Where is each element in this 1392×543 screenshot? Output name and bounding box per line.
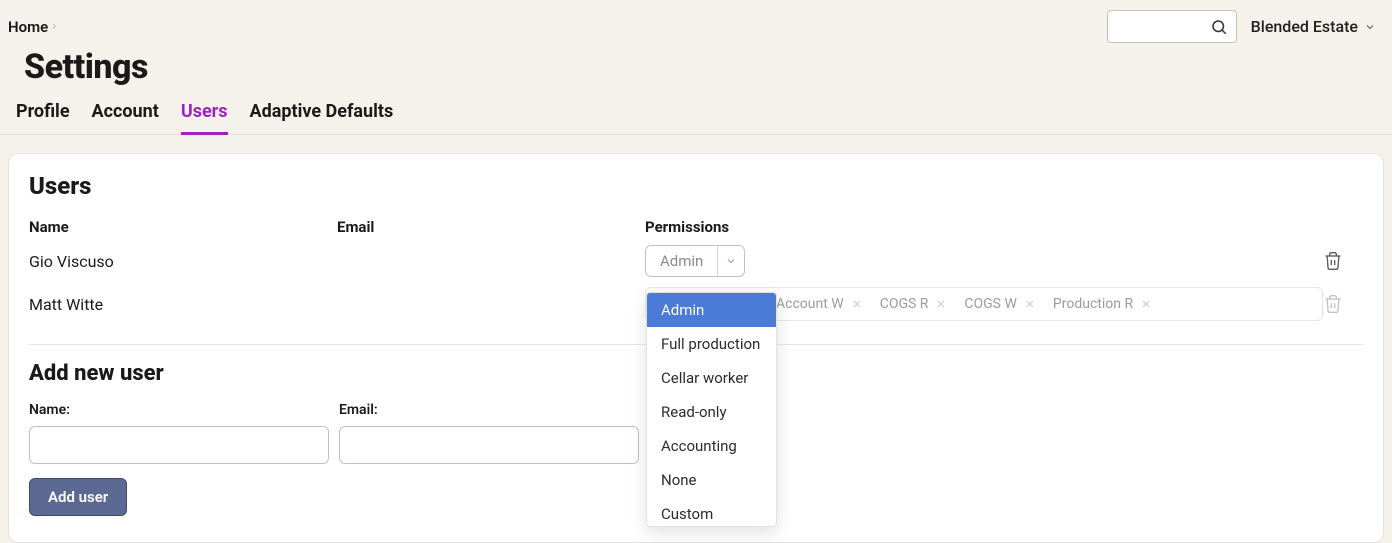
page-title: Settings (0, 43, 1392, 87)
breadcrumb: Home › (8, 18, 56, 36)
user-name: Matt Witte (29, 288, 337, 320)
tab-adaptive-defaults[interactable]: Adaptive Defaults (250, 101, 394, 134)
chevron-down-icon[interactable] (718, 255, 744, 267)
add-user-button[interactable]: Add user (29, 478, 127, 516)
permission-dropdown: Admin Full production Cellar worker Read… (646, 292, 777, 527)
users-section-title: Users (29, 172, 1363, 200)
tab-profile[interactable]: Profile (16, 101, 70, 134)
org-name: Blended Estate (1251, 17, 1358, 36)
permission-select-value: Admin (646, 246, 718, 276)
trash-icon[interactable] (1323, 251, 1343, 271)
perm-option-accounting[interactable]: Accounting (647, 429, 776, 463)
users-card: Users Name Email Permissions Gio Viscuso… (8, 153, 1384, 543)
perm-option-read-only[interactable]: Read-only (647, 395, 776, 429)
col-name: Name (29, 214, 337, 240)
close-icon[interactable] (936, 299, 946, 309)
add-user-email-label: Email: (339, 402, 639, 418)
perm-tag: COGS R (880, 296, 947, 312)
trash-icon[interactable] (1323, 294, 1343, 314)
tab-account[interactable]: Account (92, 101, 159, 134)
close-icon[interactable] (1025, 299, 1035, 309)
user-permissions: Admin Admin Full production Cellar worke… (645, 240, 1323, 282)
perm-option-none[interactable]: None (647, 463, 776, 497)
user-email (337, 288, 645, 320)
add-user-email-input[interactable] (339, 426, 639, 464)
perm-option-cellar-worker[interactable]: Cellar worker (647, 361, 776, 395)
col-permissions: Permissions (645, 214, 1323, 240)
perm-tag: Production R (1053, 296, 1151, 312)
close-icon[interactable] (852, 299, 862, 309)
permission-select[interactable]: Admin Admin Full production Cellar worke… (645, 245, 745, 277)
tabs: Profile Account Users Adaptive Defaults (0, 87, 1392, 135)
add-user-name-label: Name: (29, 402, 329, 418)
close-icon[interactable] (1141, 299, 1151, 309)
perm-tag: COGS W (964, 296, 1035, 312)
user-email (337, 245, 645, 277)
user-name: Gio Viscuso (29, 245, 337, 277)
perm-option-full-production[interactable]: Full production (647, 327, 776, 361)
col-email: Email (337, 214, 645, 240)
search-input-wrapper[interactable] (1107, 10, 1237, 43)
add-user-name-input[interactable] (29, 426, 329, 464)
chevron-down-icon (1364, 21, 1376, 33)
chevron-right-icon: › (52, 19, 56, 34)
breadcrumb-home[interactable]: Home (8, 18, 48, 36)
search-icon (1210, 18, 1228, 36)
perm-tag: Account W (776, 296, 862, 312)
perm-option-admin[interactable]: Admin (647, 293, 776, 327)
org-switcher[interactable]: Blended Estate (1251, 17, 1376, 36)
tab-users[interactable]: Users (181, 101, 228, 135)
